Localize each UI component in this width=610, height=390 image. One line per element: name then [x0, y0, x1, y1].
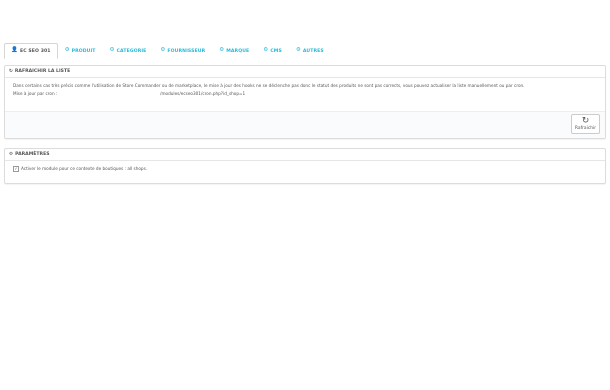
- activate-module-checkbox[interactable]: ✓: [13, 165, 19, 172]
- refresh-button[interactable]: ↻ Rafraichir: [571, 114, 600, 134]
- tab-categorie[interactable]: ⚙ CATEGORIE: [103, 43, 154, 58]
- tab-label: MARQUE: [226, 48, 250, 54]
- tab-label: CMS: [270, 48, 282, 54]
- tab-marque[interactable]: ⚙ MARQUE: [212, 43, 256, 58]
- cogs-icon: ⚙: [109, 47, 115, 54]
- refresh-description: Dans certains cas très précis comme l'ut…: [13, 83, 525, 88]
- cogs-icon: ⚙: [263, 47, 269, 54]
- cron-url[interactable]: /modules/ecseo301/cron.php?id_shop=1: [160, 90, 245, 98]
- cron-label: Mise à jour par cron :: [13, 90, 58, 96]
- panel-heading: ↻ RAFRAICHIR LA LISTE: [5, 66, 605, 78]
- activate-module-option: ✓ Activer le module pour ce contexte de …: [13, 165, 597, 173]
- refresh-icon: ↻: [9, 69, 13, 74]
- refresh-icon: ↻: [581, 116, 590, 126]
- tab-autres[interactable]: ⚙ AUTRES: [289, 43, 331, 58]
- tab-label: CATEGORIE: [116, 48, 147, 54]
- refresh-button-label: Rafraichir: [574, 126, 597, 131]
- tab-produit[interactable]: ⚙ PRODUIT: [58, 43, 103, 58]
- tab-ec-seo-301[interactable]: 👤 EC SEO 301: [4, 43, 58, 59]
- cogs-icon: ⚙: [219, 47, 225, 54]
- cron-line: Mise à jour par cron : /modules/ecseo301…: [13, 90, 597, 98]
- cogs-icon: ⚙: [295, 47, 301, 54]
- panel-body: ✓ Activer le module pour ce contexte de …: [5, 161, 605, 177]
- cogs-icon: ⚙: [64, 47, 70, 54]
- tab-label: PRODUIT: [71, 48, 96, 54]
- cogs-icon: ⚙: [160, 47, 166, 54]
- panel-body: Dans certains cas très précis comme l'ut…: [5, 78, 605, 101]
- activate-module-label: Activer le module pour ce contexte de bo…: [21, 166, 148, 171]
- tab-cms[interactable]: ⚙ CMS: [256, 43, 289, 58]
- panel-title: RAFRAICHIR LA LISTE: [14, 69, 71, 74]
- user-icon: 👤: [11, 47, 18, 54]
- tab-label: EC SEO 301: [19, 48, 51, 54]
- panel-heading: ⚙ PARAMÈTRES: [5, 149, 605, 161]
- parameters-panel: ⚙ PARAMÈTRES ✓ Activer le module pour ce…: [4, 148, 606, 184]
- module-tabs: 👤 EC SEO 301 ⚙ PRODUIT ⚙ CATEGORIE ⚙ FOU…: [4, 43, 331, 59]
- refresh-list-panel: ↻ RAFRAICHIR LA LISTE Dans certains cas …: [4, 65, 606, 139]
- panel-title: PARAMÈTRES: [15, 152, 50, 157]
- cogs-icon: ⚙: [9, 152, 14, 157]
- tab-label: FOURNISSEUR: [167, 48, 206, 54]
- tab-label: AUTRES: [302, 48, 324, 54]
- tab-fournisseur[interactable]: ⚙ FOURNISSEUR: [153, 43, 212, 58]
- panel-footer: ↻ Rafraichir: [5, 111, 605, 138]
